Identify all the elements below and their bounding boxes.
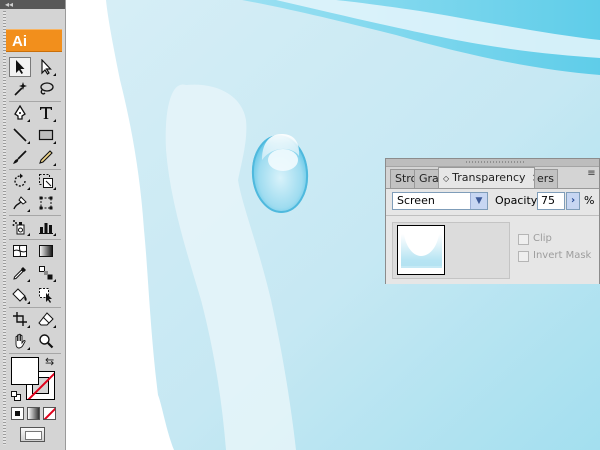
invert-mask-checkbox[interactable] — [518, 251, 529, 262]
symbol-sprayer-tool-icon[interactable] — [9, 217, 31, 237]
pen-tool-icon[interactable] — [9, 103, 31, 123]
gradient-tool-icon[interactable] — [35, 241, 57, 261]
paintbrush-tool-icon[interactable] — [9, 147, 31, 167]
panel-menu-icon[interactable]: ≡ — [585, 167, 598, 180]
panel-grip[interactable] — [3, 11, 6, 445]
tab-layers[interactable]: ers — [532, 169, 558, 188]
pencil-tool-icon[interactable] — [35, 147, 57, 167]
opacity-slider-button[interactable]: › — [566, 192, 580, 210]
tab-stroke[interactable]: Stro — [390, 169, 416, 188]
gradient-mode-icon[interactable] — [27, 407, 40, 420]
slice-tool-icon[interactable] — [9, 309, 31, 329]
opacity-input[interactable]: 75 — [537, 192, 565, 210]
rotate-tool-icon[interactable] — [9, 171, 31, 191]
live-paint-selection-tool-icon[interactable] — [35, 285, 57, 305]
toolbar-separator — [9, 169, 61, 170]
toolbar-separator — [9, 239, 61, 240]
opacity-label: Opacity: — [495, 194, 541, 207]
toolbar-separator — [9, 215, 61, 216]
fill-swatch[interactable] — [11, 357, 39, 385]
object-thumbnail[interactable] — [397, 225, 445, 275]
blend-tool-icon[interactable] — [35, 263, 57, 283]
selection-tool-icon[interactable] — [9, 57, 31, 77]
toolbar-separator — [9, 307, 61, 308]
zoom-tool-icon[interactable] — [35, 331, 57, 351]
none-mode-icon[interactable] — [43, 407, 56, 420]
blend-mode-value: Screen — [397, 194, 435, 207]
magic-wand-tool-icon[interactable] — [9, 79, 31, 99]
toolbar-separator — [9, 353, 61, 354]
tab-label: Stro — [395, 172, 416, 185]
tools-panel: ◂◂ Ai ⇆ — [0, 0, 66, 450]
default-fill-stroke-icon[interactable] — [11, 386, 21, 401]
collapse-icon[interactable]: ◂◂ — [5, 0, 13, 9]
percent-sign: % — [584, 194, 595, 207]
panel-title-bar[interactable] — [386, 159, 599, 167]
scale-tool-icon[interactable] — [35, 171, 57, 191]
rectangle-tool-icon[interactable] — [35, 125, 57, 145]
clip-label: Clip — [533, 233, 552, 244]
panel-divider — [386, 215, 599, 216]
swap-fill-stroke-icon[interactable]: ⇆ — [45, 355, 54, 368]
eyedropper-tool-icon[interactable] — [9, 263, 31, 283]
close-tab-icon[interactable]: × — [532, 171, 534, 184]
tab-label: Gra — [419, 172, 439, 185]
direct-selection-tool-icon[interactable] — [35, 57, 57, 77]
lasso-tool-icon[interactable] — [35, 79, 57, 99]
tab-label: ers — [537, 172, 555, 185]
line-segment-tool-icon[interactable] — [9, 125, 31, 145]
tab-transparency[interactable]: ◇Transparency × — [438, 167, 535, 188]
type-tool-icon[interactable] — [35, 103, 57, 123]
warp-tool-icon[interactable] — [9, 193, 31, 213]
screen-mode-button[interactable] — [20, 427, 45, 442]
blend-mode-select[interactable]: Screen ▼ — [392, 192, 488, 210]
chevron-down-icon[interactable]: ▼ — [470, 193, 487, 209]
tab-options-icon[interactable]: ◇ — [443, 174, 449, 183]
mesh-tool-icon[interactable] — [9, 241, 31, 261]
transparency-panel: Stro Gra ◇Transparency × ers ≡ Screen ▼ O… — [385, 158, 600, 284]
column-graph-tool-icon[interactable] — [35, 217, 57, 237]
toolbar-separator — [9, 101, 61, 102]
tools-panel-header[interactable]: ◂◂ — [0, 0, 65, 9]
invert-mask-label: Invert Mask — [533, 250, 592, 261]
clip-checkbox[interactable] — [518, 234, 529, 245]
panel-body: Screen ▼ Opacity: 75 › % Clip Invert Mas… — [386, 188, 599, 284]
panel-tabs: Stro Gra ◇Transparency × ers — [386, 167, 599, 188]
eraser-tool-icon[interactable] — [35, 309, 57, 329]
tab-gradient[interactable]: Gra — [414, 169, 440, 188]
hand-tool-icon[interactable] — [9, 331, 31, 351]
tab-label: Transparency — [452, 171, 526, 184]
live-paint-bucket-tool-icon[interactable] — [9, 285, 31, 305]
color-mode-icon[interactable] — [11, 407, 24, 420]
free-transform-tool-icon[interactable] — [35, 193, 57, 213]
app-logo: Ai — [6, 29, 62, 52]
